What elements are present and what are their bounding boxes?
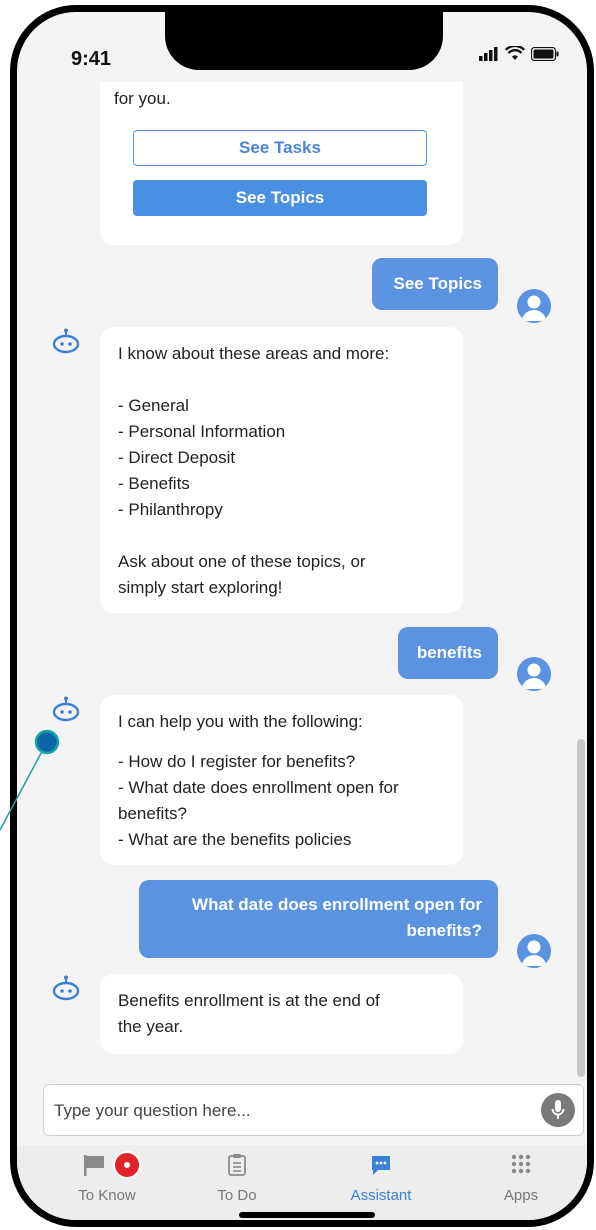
clipboard-icon	[228, 1154, 246, 1176]
bot-message-line: - General	[118, 396, 189, 415]
bot-message-intro: for you. See Tasks See Topics	[100, 82, 463, 245]
bot-message-benefits: I can help you with the following: - How…	[100, 695, 463, 865]
user-avatar	[517, 657, 551, 691]
tab-label: To Know	[78, 1187, 136, 1204]
bot-message-line: - Philanthropy	[118, 500, 223, 519]
notification-badge	[113, 1151, 141, 1179]
user-avatar	[517, 289, 551, 323]
apps-grid-icon	[511, 1154, 531, 1174]
chat-icon	[372, 1156, 390, 1175]
user-icon	[522, 940, 546, 966]
user-message-text: benefits	[416, 643, 482, 662]
bot-icon	[52, 975, 80, 1001]
bot-message-topics: I know about these areas and more: - Gen…	[100, 327, 463, 613]
user-message: What date does enrollment open for benef…	[139, 880, 498, 958]
bot-icon	[52, 328, 80, 354]
user-avatar	[517, 934, 551, 968]
phone-notch	[165, 12, 443, 70]
status-time: 9:41	[71, 48, 112, 70]
status-icons	[479, 46, 559, 61]
user-message-line: benefits?	[406, 921, 482, 940]
bot-message-line	[118, 735, 445, 749]
home-indicator	[239, 1212, 375, 1218]
chat-area[interactable]: for you. See Tasks See Topics See Topics…	[17, 82, 587, 1075]
bot-message-line: the year.	[118, 1017, 184, 1036]
user-icon	[522, 663, 546, 689]
bot-message-line: I know about these areas and more:	[118, 344, 390, 363]
user-message-text: See Topics	[393, 274, 483, 293]
signal-icon	[479, 46, 498, 61]
bot-message-line: - How do I register for benefits?	[118, 752, 356, 771]
tab-to-know[interactable]: To Know	[47, 1145, 167, 1215]
user-message-line: What date does enrollment open for	[192, 895, 482, 914]
question-input[interactable]	[52, 1095, 526, 1127]
bot-message-line: benefits?	[118, 804, 187, 823]
bot-message-line: - Benefits	[118, 474, 190, 493]
bot-message-text: for you.	[114, 89, 171, 108]
bot-message-line: Benefits enrollment is at the end of	[118, 991, 380, 1010]
bot-message-line: Ask about one of these topics, or	[118, 552, 366, 571]
tab-label: Apps	[503, 1187, 539, 1204]
user-icon	[522, 295, 546, 321]
microphone-button[interactable]	[541, 1093, 575, 1127]
bot-message-line: - What are the benefits policies	[118, 830, 352, 849]
see-topics-button[interactable]: See Topics	[133, 180, 427, 216]
bot-message-line: I can help you with the following:	[118, 712, 363, 731]
battery-icon	[531, 46, 559, 61]
bot-message-line: - Direct Deposit	[118, 448, 236, 467]
bot-message-line: simply start exploring!	[118, 578, 283, 597]
microphone-icon	[551, 1100, 565, 1119]
wifi-icon	[505, 46, 525, 60]
bot-message-line: - Personal Information	[118, 422, 286, 441]
bot-message-line	[118, 523, 445, 549]
flag-icon	[84, 1155, 104, 1176]
bot-message-answer: Benefits enrollment is at the end of the…	[100, 974, 463, 1054]
tab-to-do[interactable]: To Do	[177, 1145, 297, 1215]
phone-frame: 9:41 for you. See Tasks See Topics See T…	[10, 5, 594, 1227]
bot-message-line: - What date does enrollment open for	[118, 778, 399, 797]
bot-icon	[52, 696, 80, 722]
user-message: See Topics	[372, 258, 498, 310]
tab-assistant[interactable]: Assistant	[321, 1145, 441, 1215]
question-input-bar	[43, 1084, 584, 1136]
tab-label: Assistant	[350, 1187, 412, 1204]
tab-apps[interactable]: Apps	[461, 1145, 581, 1215]
bot-message-line	[118, 367, 445, 393]
tab-label: To Do	[217, 1187, 257, 1204]
user-message: benefits	[398, 627, 498, 679]
see-tasks-button[interactable]: See Tasks	[133, 130, 427, 166]
chat-scrollbar[interactable]	[577, 739, 585, 1077]
